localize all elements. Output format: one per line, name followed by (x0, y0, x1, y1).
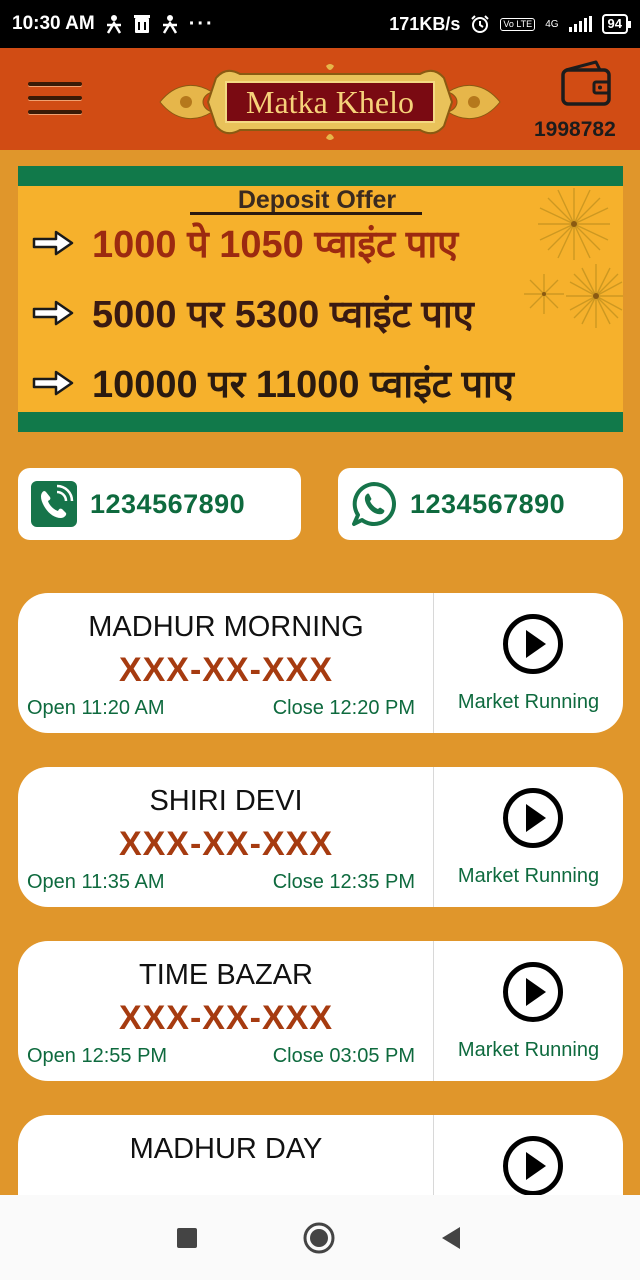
phone-icon (31, 481, 77, 527)
whatsapp-icon (352, 482, 396, 526)
market-open-time: Open 11:35 AM (27, 871, 165, 893)
banner-top-stripe (18, 166, 623, 186)
banner-title: Deposit Offer (237, 186, 397, 214)
market-close-time: Close 12:20 PM (272, 697, 415, 719)
signal-icon (568, 16, 592, 32)
deposit-offer-banner: Deposit Offer 1000 पे 1050 प्वाइंट पाए 5… (18, 166, 623, 432)
market-info: MADHUR MORNING XXX-XX-XXX Open 11:20 AM … (18, 593, 434, 733)
phone-contact-button[interactable]: 1234567890 (18, 468, 301, 540)
offer-text-2: 5000 पर 5300 प्वाइंट पाए (92, 294, 474, 336)
network-speed: 171KB/s (389, 13, 461, 34)
market-name: MADHUR DAY (129, 1133, 323, 1165)
status-time: 10:30 AM (12, 13, 95, 34)
more-notifications: ··· (188, 12, 215, 35)
phone-number: 1234567890 (90, 488, 246, 519)
arrow-right-icon (32, 370, 74, 396)
market-close-time: Close 03:05 PM (272, 1045, 415, 1067)
market-card-madhur-morning[interactable]: MADHUR MORNING XXX-XX-XXX Open 11:20 AM … (18, 593, 623, 733)
play-icon[interactable] (502, 1135, 564, 1195)
market-card-time-bazar[interactable]: TIME BAZAR XXX-XX-XXX Open 12:55 PM Clos… (18, 941, 623, 1081)
offer-line-3: 10000 पर 11000 प्वाइंट पाए (32, 356, 514, 410)
market-card-shiri-devi[interactable]: SHIRI DEVI XXX-XX-XXX Open 11:35 AM Clos… (18, 767, 623, 907)
banner-title-underline (190, 212, 422, 215)
market-name: MADHUR MORNING (88, 611, 364, 643)
fireworks-image (524, 188, 623, 328)
network-type: 4G (545, 18, 559, 30)
offer-line-1: 1000 पे 1050 प्वाइंट पाए (32, 216, 458, 270)
market-status: Market Running (457, 865, 600, 887)
person-icon (106, 15, 121, 34)
logo-text: Matka Khelo (246, 84, 414, 120)
banner-bottom-stripe (18, 412, 623, 432)
wallet-icon[interactable] (560, 60, 612, 108)
system-nav-bar (0, 1195, 640, 1280)
status-left: 10:30 AM ··· (12, 13, 215, 36)
volte-badge: Vo LTE (500, 17, 536, 31)
home-icon[interactable] (302, 1221, 336, 1255)
whatsapp-number: 1234567890 (410, 488, 566, 519)
market-name: SHIRI DEVI (149, 785, 303, 817)
market-card-madhur-day[interactable]: MADHUR DAY (18, 1115, 623, 1195)
status-right: 171KB/s Vo LTE 4G 94 (389, 13, 632, 35)
market-name: TIME BAZAR (138, 959, 313, 991)
market-result: XXX-XX-XXX (118, 651, 334, 689)
whatsapp-contact-button[interactable]: 1234567890 (338, 468, 623, 540)
storage-icon (133, 15, 150, 33)
market-open-time: Open 11:20 AM (27, 697, 165, 719)
market-result: XXX-XX-XXX (118, 825, 334, 863)
main-content: Deposit Offer 1000 पे 1050 प्वाइंट पाए 5… (0, 150, 640, 1195)
offer-text-3: 10000 पर 11000 प्वाइंट पाए (92, 364, 514, 406)
arrow-right-icon (32, 300, 74, 326)
market-close-time: Close 12:35 PM (272, 871, 415, 893)
person-icon (162, 15, 177, 34)
market-status: Market Running (457, 691, 600, 713)
market-info: SHIRI DEVI XXX-XX-XXX Open 11:35 AM Clos… (18, 767, 434, 907)
market-info: MADHUR DAY (18, 1115, 434, 1195)
arrow-right-icon (32, 230, 74, 256)
offer-line-2: 5000 पर 5300 प्वाइंट पाए (32, 286, 474, 340)
wallet-balance[interactable]: 1998782 (534, 118, 640, 142)
market-status: Market Running (457, 1039, 600, 1061)
menu-icon[interactable] (28, 80, 82, 116)
alarm-icon (471, 15, 490, 33)
offer-text-1: 1000 पे 1050 प्वाइंट पाए (92, 224, 459, 266)
app-header: Matka Khelo 1998782 (0, 48, 640, 150)
app-logo: Matka Khelo (156, 62, 504, 142)
play-icon[interactable] (502, 961, 564, 1023)
play-icon[interactable] (502, 613, 564, 675)
status-bar: 10:30 AM ··· 171KB/s Vo LTE 4G 94 (0, 0, 640, 48)
recents-icon[interactable] (170, 1221, 204, 1255)
battery-level: 94 (601, 14, 632, 34)
market-result: XXX-XX-XXX (118, 999, 334, 1037)
market-info: TIME BAZAR XXX-XX-XXX Open 12:55 PM Clos… (18, 941, 434, 1081)
play-icon[interactable] (502, 787, 564, 849)
back-icon[interactable] (434, 1221, 468, 1255)
market-open-time: Open 12:55 PM (27, 1045, 168, 1067)
